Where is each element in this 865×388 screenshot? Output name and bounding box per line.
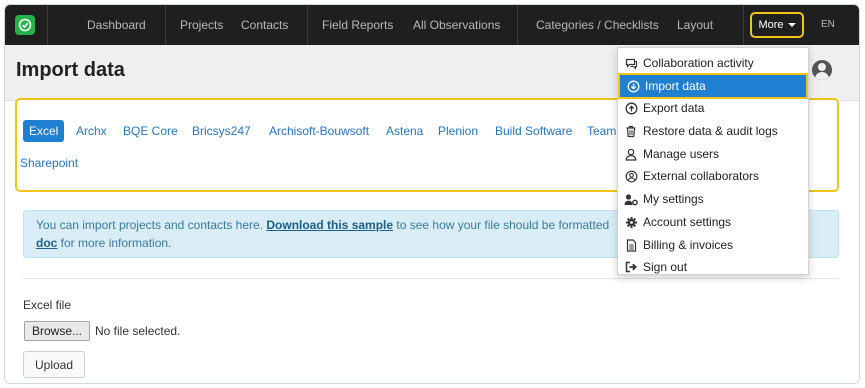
more-label: More bbox=[758, 19, 784, 31]
nav-projects[interactable]: Projects bbox=[180, 18, 223, 32]
tab-sharepoint[interactable]: Sharepoint bbox=[20, 156, 78, 170]
menu-item-label: My settings bbox=[643, 192, 704, 206]
tab-team[interactable]: Team bbox=[587, 124, 616, 138]
nav-divider bbox=[307, 5, 308, 45]
menu-item-sign-out[interactable]: Sign out bbox=[618, 256, 808, 274]
arrow-circle-down-icon bbox=[626, 79, 640, 93]
menu-item-label: Manage users bbox=[643, 147, 720, 161]
tab-excel[interactable]: Excel bbox=[23, 120, 65, 142]
menu-item-my-settings[interactable]: My settings bbox=[618, 188, 808, 210]
browse-button[interactable]: Browse... bbox=[24, 321, 90, 341]
info-text: for more information. bbox=[57, 236, 172, 250]
nav-all-observations[interactable]: All Observations bbox=[413, 18, 500, 32]
user-circle-icon bbox=[624, 169, 638, 183]
nav-divider bbox=[743, 5, 744, 45]
user-gear-icon bbox=[624, 192, 638, 206]
nav-dashboard[interactable]: Dashboard bbox=[87, 18, 146, 32]
document-icon bbox=[624, 238, 638, 252]
menu-item-label: Collaboration activity bbox=[643, 56, 754, 70]
tab-archx[interactable]: Archx bbox=[76, 124, 107, 138]
chat-icon bbox=[624, 56, 638, 70]
tab-plenion[interactable]: Plenion bbox=[438, 124, 478, 138]
avatar-body bbox=[815, 72, 829, 80]
menu-item-collaboration-activity[interactable]: Collaboration activity bbox=[618, 52, 808, 74]
nav-divider bbox=[47, 5, 48, 45]
menu-item-import-data[interactable]: Import data bbox=[618, 73, 808, 99]
tab-archisoft-bouwsoft[interactable]: Archisoft-Bouwsoft bbox=[269, 124, 369, 138]
menu-item-billing-invoices[interactable]: Billing & invoices bbox=[618, 234, 808, 256]
no-file-selected-text: No file selected. bbox=[95, 324, 181, 338]
upload-button[interactable]: Upload bbox=[23, 351, 85, 378]
divider bbox=[23, 278, 839, 279]
more-dropdown-menu: Collaboration activity Import data Expor… bbox=[617, 47, 809, 275]
menu-item-label: Billing & invoices bbox=[643, 238, 734, 252]
user-icon bbox=[624, 147, 638, 161]
tab-build-software[interactable]: Build Software bbox=[495, 124, 572, 138]
nav-layout[interactable]: Layout bbox=[677, 18, 713, 32]
menu-item-external-collaborators[interactable]: External collaborators bbox=[618, 165, 808, 187]
tab-bricsys247[interactable]: Bricsys247 bbox=[192, 124, 251, 138]
logo-icon[interactable] bbox=[15, 15, 35, 35]
avatar[interactable] bbox=[812, 60, 832, 80]
nav-divider bbox=[517, 5, 518, 45]
tab-astena[interactable]: Astena bbox=[386, 124, 423, 138]
excel-file-label: Excel file bbox=[23, 298, 72, 312]
trash-icon bbox=[624, 124, 638, 138]
menu-item-label: External collaborators bbox=[643, 169, 760, 183]
tab-bqe-core[interactable]: BQE Core bbox=[123, 124, 178, 138]
menu-item-label: Sign out bbox=[643, 260, 688, 274]
menu-item-label: Account settings bbox=[643, 215, 732, 229]
info-text: to see how your file should be formatted bbox=[393, 218, 610, 232]
menu-item-label: Import data bbox=[645, 79, 706, 93]
page-title: Import data bbox=[16, 59, 125, 81]
menu-item-manage-users[interactable]: Manage users bbox=[618, 143, 808, 165]
more-menu-button[interactable]: More bbox=[750, 12, 804, 38]
top-nav: Dashboard Projects Contacts Field Report… bbox=[5, 5, 859, 45]
gear-icon bbox=[624, 215, 638, 229]
menu-item-restore-data[interactable]: Restore data & audit logs bbox=[618, 120, 808, 142]
language-switch[interactable]: EN bbox=[821, 19, 835, 30]
sign-out-icon bbox=[624, 260, 638, 274]
nav-contacts[interactable]: Contacts bbox=[241, 18, 288, 32]
download-sample-link[interactable]: Download this sample bbox=[266, 218, 393, 232]
menu-item-label: Export data bbox=[643, 101, 705, 115]
nav-categories-checklists[interactable]: Categories / Checklists bbox=[536, 18, 659, 32]
caret-down-icon bbox=[787, 23, 796, 27]
doc-link[interactable]: doc bbox=[36, 236, 57, 250]
menu-item-account-settings[interactable]: Account settings bbox=[618, 211, 808, 233]
app-window: Dashboard Projects Contacts Field Report… bbox=[4, 4, 860, 384]
nav-divider bbox=[165, 5, 166, 45]
menu-item-label: Restore data & audit logs bbox=[643, 124, 778, 138]
arrow-circle-up-icon bbox=[624, 101, 638, 115]
avatar-head bbox=[818, 63, 826, 71]
menu-item-export-data[interactable]: Export data bbox=[618, 97, 808, 119]
nav-field-reports[interactable]: Field Reports bbox=[322, 18, 393, 32]
info-text: You can import projects and contacts her… bbox=[36, 218, 267, 232]
